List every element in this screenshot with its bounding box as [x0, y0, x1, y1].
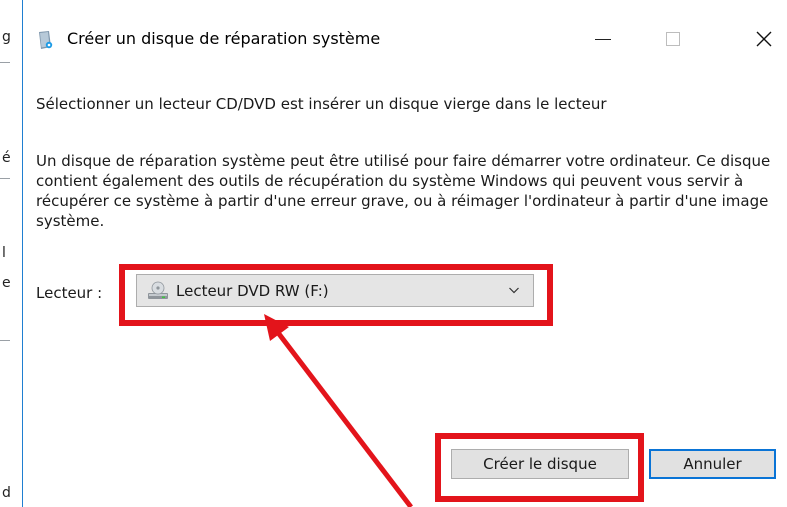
description-text: Un disque de réparation système peut êtr…	[36, 152, 771, 230]
minimize-icon	[595, 38, 611, 40]
background-text-fragment: l	[2, 245, 6, 261]
close-icon	[756, 31, 772, 47]
drive-dropdown[interactable]: Lecteur DVD RW (F:)	[136, 274, 534, 307]
create-disc-button[interactable]: Créer le disque	[451, 449, 629, 479]
minimize-button[interactable]	[580, 16, 626, 62]
maximize-icon	[666, 32, 680, 46]
drive-label: Lecteur :	[36, 284, 103, 302]
background-text-fragment: d	[2, 485, 11, 501]
background-divider	[0, 178, 10, 179]
close-button[interactable]	[741, 16, 787, 62]
cancel-button[interactable]: Annuler	[649, 449, 776, 479]
background-text-fragment: é	[2, 150, 11, 166]
background-text-fragment: g	[2, 29, 11, 45]
instruction-text: Sélectionner un lecteur CD/DVD est insér…	[36, 95, 607, 113]
maximize-button[interactable]	[650, 16, 696, 62]
dvd-drive-icon	[148, 281, 168, 299]
window-title: Créer un disque de réparation système	[67, 29, 381, 48]
background-divider	[0, 340, 10, 341]
drive-selected-value: Lecteur DVD RW (F:)	[176, 281, 329, 300]
repair-disc-dialog: Créer un disque de réparation système Sé…	[22, 0, 787, 507]
title-bar[interactable]: Créer un disque de réparation système	[23, 0, 787, 72]
repair-disc-app-icon	[39, 31, 53, 49]
background-divider	[0, 62, 10, 63]
background-text-fragment: e	[2, 275, 11, 291]
chevron-down-icon	[509, 287, 519, 294]
